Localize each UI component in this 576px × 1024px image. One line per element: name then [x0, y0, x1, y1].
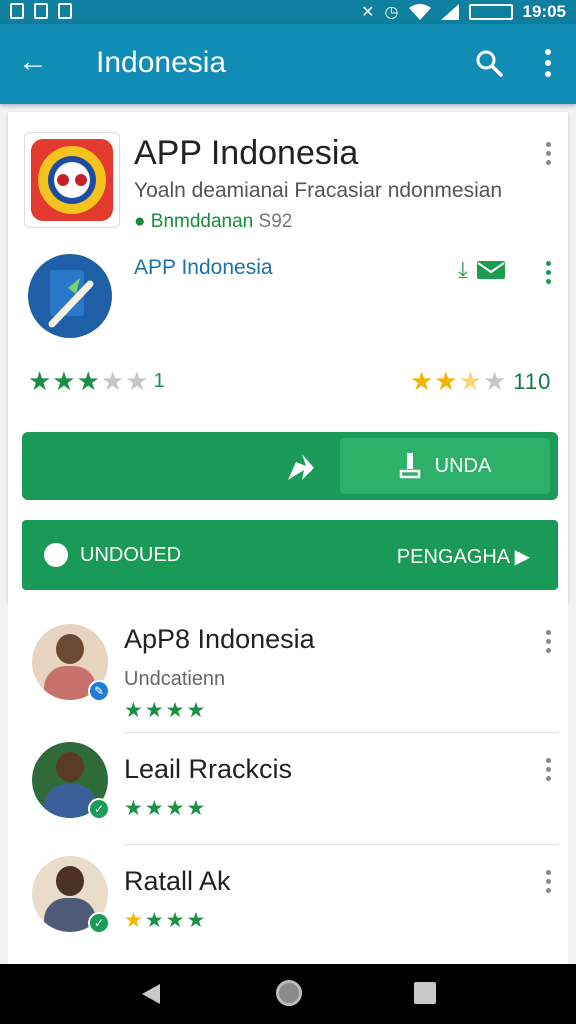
app-subtitle: Yoaln deamianai Fracasiar ndonmesian: [134, 179, 503, 202]
related-actions: ⤓: [458, 257, 506, 283]
app-title: APP Indonesia: [134, 134, 359, 172]
alert-icon: [10, 3, 24, 19]
related-app-icon[interactable]: [28, 254, 112, 338]
app-more-icon[interactable]: [543, 140, 553, 168]
avatar-head: [56, 634, 84, 664]
app-size: S92: [258, 211, 293, 232]
signal-icon: [440, 4, 459, 20]
app-icon[interactable]: [24, 132, 120, 228]
secondary-left-label[interactable]: UNDOUED: [80, 544, 181, 567]
sd-card-icon: [58, 3, 72, 19]
leaf-icon: [44, 543, 68, 567]
rating-left-value: 1: [153, 370, 166, 392]
list-item[interactable]: ✓ Ratall Ak ★★★★: [8, 854, 568, 974]
notebook-icon: [48, 270, 94, 328]
check-badge-icon: ✓: [88, 798, 110, 820]
app-bar-title: Indonesia: [96, 46, 227, 79]
star-empty-icon: ★★: [100, 366, 150, 396]
item-stars: ★★★★: [124, 909, 208, 932]
badge-icon: ✎: [88, 680, 110, 702]
nav-back-icon[interactable]: [140, 982, 162, 1006]
mute-icon: ✕: [361, 4, 375, 21]
item-stars: ★★★★: [124, 699, 208, 722]
wifi-icon: [408, 4, 431, 20]
item-more-icon[interactable]: [543, 868, 553, 896]
avatar-head: [56, 752, 84, 782]
secondary-action-bar[interactable]: UNDOUED PENGAGHA ▶: [22, 520, 558, 590]
star-icon: ★★★: [28, 366, 101, 396]
nav-recents-icon[interactable]: [414, 982, 436, 1004]
item-title: Ratall Ak: [124, 866, 231, 896]
mail-icon[interactable]: [476, 260, 506, 280]
alarm-icon: ◷: [384, 4, 399, 21]
chevron-right-icon: ▶: [514, 546, 530, 568]
item-stars: ★★★★: [124, 797, 208, 820]
item-subtitle: Undcatienn: [124, 668, 226, 690]
system-nav-bar: [0, 964, 576, 1024]
nav-home-icon[interactable]: [276, 980, 302, 1006]
app-logo-icon: [31, 139, 113, 221]
verified-icon: ●: [134, 211, 146, 232]
item-more-icon[interactable]: [543, 756, 553, 784]
divider: [124, 844, 558, 845]
related-more-icon[interactable]: [543, 259, 553, 287]
developer-name: Bnmddanan: [150, 211, 254, 232]
download-arrow-icon: [399, 453, 420, 479]
secondary-right-label: PENGAGHA: [396, 546, 510, 568]
download-icon[interactable]: ⤓: [458, 257, 468, 283]
install-button-label: UNDA: [434, 454, 492, 477]
status-time: 19:05: [522, 2, 566, 21]
item-title: Leail Rrackcis: [124, 754, 293, 784]
related-list: ✎ ApP8 Indonesia Undcatienn ★★★★ ✓ Leail…: [8, 602, 568, 968]
rating-left: ★★★ ★★ 1: [28, 366, 166, 397]
share-icon[interactable]: [284, 452, 316, 482]
back-arrow-icon[interactable]: ←: [18, 46, 48, 78]
list-item[interactable]: ✓ Leail Rrackcis ★★★★: [8, 740, 568, 860]
item-more-icon[interactable]: [543, 628, 553, 656]
rating-right-value: 110: [513, 368, 552, 394]
action-bar: UNDA: [22, 432, 558, 500]
check-badge-icon: ✓: [88, 912, 110, 934]
image-icon: [34, 3, 48, 19]
star-empty-icon: ★: [482, 366, 508, 396]
divider: [124, 732, 558, 733]
related-app-title[interactable]: APP Indonesia: [134, 256, 273, 280]
list-item[interactable]: ✎ ApP8 Indonesia Undcatienn ★★★★: [8, 610, 568, 733]
star-half-icon: ★: [458, 366, 483, 396]
rating-right: ★★ ★ ★ 110: [410, 366, 551, 397]
install-button[interactable]: UNDA: [340, 438, 550, 494]
star-icon: ★★: [410, 366, 459, 396]
battery-icon: [468, 4, 513, 20]
status-bar: ✕ ◷ 19:05: [0, 0, 576, 24]
app-developer[interactable]: ● Bnmddanan S92: [134, 211, 292, 233]
avatar-head: [56, 866, 84, 896]
secondary-right-button[interactable]: PENGAGHA ▶: [397, 544, 530, 569]
search-icon[interactable]: [474, 48, 504, 78]
item-title: ApP8 Indonesia: [124, 624, 315, 654]
app-bar: ← Indonesia: [0, 24, 576, 104]
more-vert-icon[interactable]: [538, 46, 558, 80]
